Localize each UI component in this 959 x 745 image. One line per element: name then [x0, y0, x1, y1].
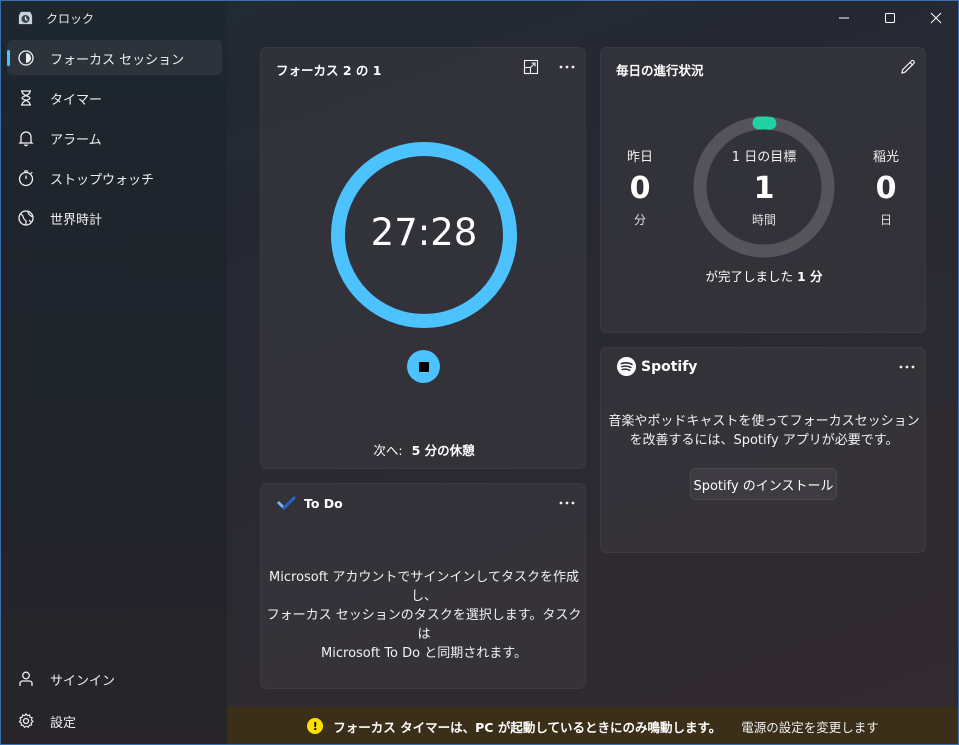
todo-title: To Do	[304, 496, 343, 511]
compact-overlay-icon[interactable]	[523, 59, 539, 75]
sidebar-item-label: アラーム	[50, 133, 102, 148]
sidebar-item-label: タイマー	[50, 93, 103, 108]
sidebar-item-sign-in[interactable]: サインイン	[7, 661, 222, 696]
todo-message-line: Microsoft アカウントでサインインしてタスクを作成し、	[269, 570, 579, 604]
daily-progress-card: 毎日の進行状況 昨日 0 分 1 日の目標 1 時間 稲光 0 日 が完了しまし…	[600, 47, 926, 333]
sidebar-item-label: サインイン	[50, 674, 116, 689]
sidebar-item-label: フォーカス セッション	[50, 53, 185, 68]
focus-time-remaining: 27:28	[370, 211, 478, 254]
spotify-more-button[interactable]	[895, 359, 919, 375]
spotify-icon	[616, 356, 637, 377]
next-session-text: 次へ: 5 分の休憩	[261, 440, 587, 459]
sidebar-item-alarm[interactable]: アラーム	[7, 120, 222, 155]
next-value: 5 分の休憩	[411, 443, 475, 458]
focus-timer-card: フォーカス 2 の 1 27:28 次へ: 5 分の休憩	[260, 47, 586, 469]
goal-unit: 時間	[751, 213, 776, 227]
close-icon	[930, 12, 942, 24]
spotify-logo: Spotify	[616, 356, 697, 377]
sidebar: クロック フォーカス セッション タイマー アラーム ストップウォッチ 世界時計…	[1, 1, 227, 744]
spotify-card: Spotify 音楽やポッドキャストを使ってフォーカスセッション を改善するには…	[600, 347, 926, 553]
more-icon	[899, 365, 915, 369]
minimize-button[interactable]	[821, 1, 867, 35]
minimize-icon	[839, 17, 849, 19]
progress-title: 毎日の進行状況	[616, 63, 704, 78]
warning-icon: !	[307, 718, 324, 734]
focus-icon	[18, 50, 34, 66]
active-indicator	[7, 50, 10, 66]
maximize-icon	[885, 13, 895, 23]
sidebar-item-world-clock[interactable]: 世界時計	[7, 200, 222, 235]
bell-icon	[18, 131, 34, 147]
install-spotify-button[interactable]: Spotify のインストール	[690, 468, 837, 500]
spotify-message-line: を改善するには、Spotify アプリが必要です。	[629, 433, 899, 448]
goal-value: 1	[753, 171, 775, 206]
streak-value: 0	[875, 171, 897, 206]
close-button[interactable]	[913, 1, 958, 35]
spotify-message: 音楽やポッドキャストを使ってフォーカスセッション を改善するには、Spotify…	[601, 412, 927, 450]
globe-icon	[18, 210, 34, 226]
gear-icon	[18, 712, 34, 729]
streak-label: 稲光	[872, 150, 899, 165]
stop-button[interactable]	[407, 350, 440, 383]
more-icon	[559, 65, 575, 69]
edit-icon[interactable]	[899, 58, 917, 76]
clock-app-icon	[18, 11, 33, 25]
todo-more-button[interactable]	[555, 495, 579, 511]
power-info-bar: ! フォーカス タイマーは、PC が起動しているときにのみ鳴動します。 電源の設…	[227, 707, 958, 744]
more-icon	[559, 501, 575, 505]
focus-card-title: フォーカス 2 の 1	[276, 63, 382, 78]
sidebar-item-label: 設定	[50, 716, 77, 731]
app-titlebar: クロック	[17, 10, 94, 27]
completed-value: 1 分	[796, 269, 823, 284]
streak-unit: 日	[879, 213, 892, 227]
goal-label: 1 日の目標	[731, 150, 797, 165]
sidebar-item-focus-session[interactable]: フォーカス セッション	[7, 40, 222, 75]
hourglass-icon	[21, 90, 31, 106]
sidebar-item-stopwatch[interactable]: ストップウォッチ	[7, 160, 222, 195]
maximize-button[interactable]	[867, 1, 913, 35]
sidebar-item-label: ストップウォッチ	[50, 173, 155, 188]
clock-app-window: クロック フォーカス セッション タイマー アラーム ストップウォッチ 世界時計…	[0, 0, 959, 745]
todo-check-icon	[277, 496, 296, 510]
yesterday-label: 昨日	[626, 150, 653, 165]
focus-more-button[interactable]	[555, 59, 579, 75]
yesterday-value: 0	[629, 171, 651, 206]
sidebar-item-settings[interactable]: 設定	[7, 703, 222, 738]
person-icon	[19, 671, 33, 686]
app-title: クロック	[46, 12, 95, 26]
completed-prefix: が完了しました	[705, 269, 793, 284]
next-prefix: 次へ:	[373, 443, 403, 458]
yesterday-unit: 分	[633, 213, 646, 227]
spotify-brand: Spotify	[641, 358, 698, 375]
sidebar-item-label: 世界時計	[50, 213, 103, 228]
stopwatch-icon	[18, 170, 34, 187]
todo-message-line: Microsoft To Do と同期されます。	[321, 646, 527, 661]
stop-icon	[418, 361, 429, 372]
todo-message: Microsoft アカウントでサインインしてタスクを作成し、 フォーカス セッ…	[261, 568, 587, 663]
sidebar-item-timer[interactable]: タイマー	[7, 80, 222, 115]
todo-card: To Do Microsoft アカウントでサインインしてタスクを作成し、 フォ…	[260, 483, 586, 689]
power-settings-link[interactable]: 電源の設定を変更します	[741, 717, 879, 736]
spotify-message-line: 音楽やポッドキャストを使ってフォーカスセッション	[608, 414, 920, 429]
info-message: フォーカス タイマーは、PC が起動しているときにのみ鳴動します。	[333, 719, 722, 735]
completed-text: が完了しました 1 分	[601, 266, 927, 285]
todo-message-line: フォーカス セッションのタスクを選択します。タスクは	[266, 608, 582, 642]
